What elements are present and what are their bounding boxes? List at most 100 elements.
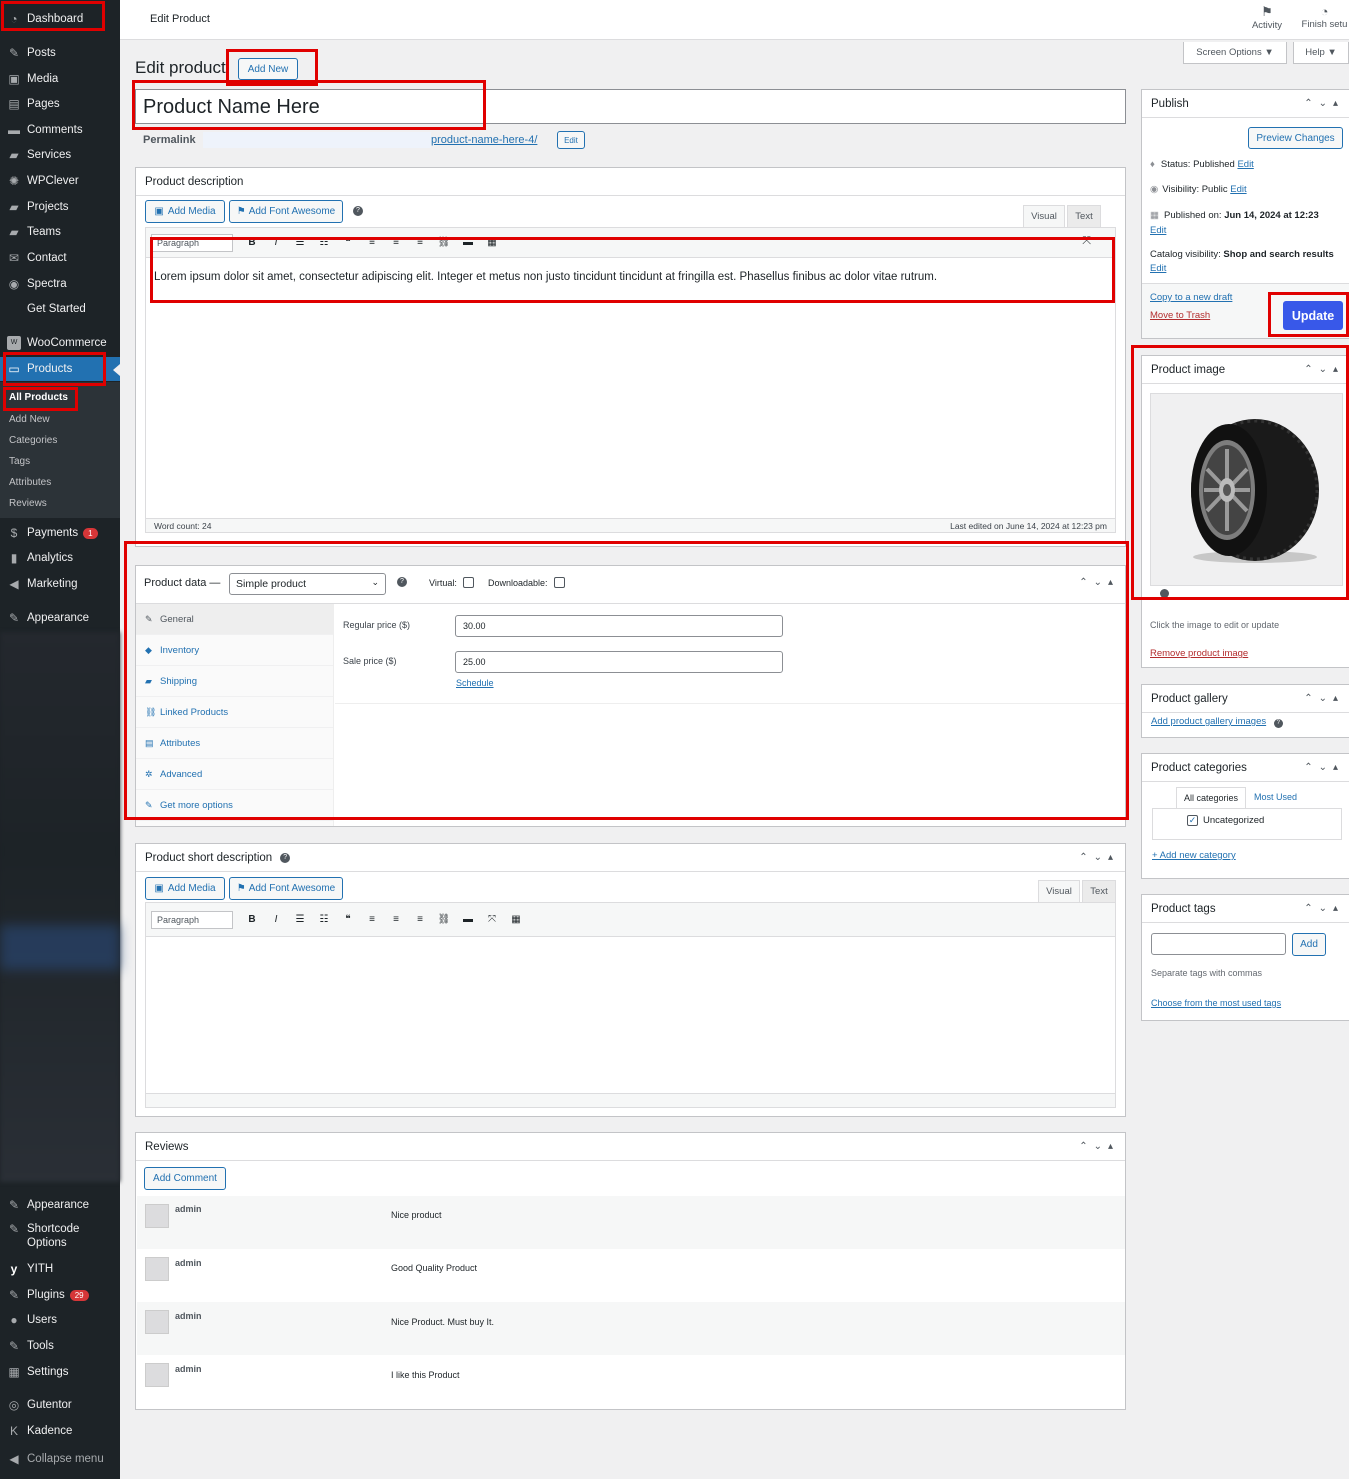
finish-setup-button[interactable]: ◔ Finish setu (1300, 4, 1349, 30)
help-button[interactable]: Help ▼ (1293, 42, 1349, 64)
menu-get-started[interactable]: Get Started (0, 297, 120, 321)
submenu-add-new[interactable]: Add New (9, 414, 50, 425)
read-more-icon[interactable]: ▬ (459, 237, 477, 248)
virtual-checkbox[interactable] (463, 577, 474, 588)
add-category-link[interactable]: + Add new category (1152, 850, 1236, 861)
help-icon[interactable]: ? (1273, 719, 1283, 728)
sale-price-input[interactable]: 25.00 (455, 651, 783, 673)
menu-users[interactable]: ● Users (0, 1308, 120, 1332)
tab-linked-products[interactable]: ⛓ Linked Products (136, 697, 333, 728)
regular-price-input[interactable]: 30.00 (455, 615, 783, 637)
category-checkbox[interactable]: ✓ (1187, 815, 1198, 826)
menu-woocommerce[interactable]: W WooCommerce (0, 331, 120, 355)
menu-plugins[interactable]: ✎ Plugins 29 (0, 1283, 120, 1307)
short-tab-text[interactable]: Text (1082, 880, 1116, 902)
box-controls[interactable]: ⌃⌄▴ (1079, 577, 1119, 588)
bullet-list-icon[interactable]: ☰ (291, 237, 309, 248)
menu-teams[interactable]: ▰ Teams (0, 220, 120, 244)
schedule-link[interactable]: Schedule (456, 678, 494, 688)
align-left-icon[interactable]: ≡ (363, 914, 381, 925)
add-gallery-images-link[interactable]: Add product gallery images (1151, 716, 1266, 727)
permalink-slug-link[interactable]: product-name-here-4/ (431, 134, 537, 146)
box-controls[interactable]: ⌃⌄▴ (1079, 852, 1119, 863)
short-add-media-button[interactable]: ▣ Add Media (145, 877, 225, 900)
bullet-list-icon[interactable]: ☰ (291, 914, 309, 925)
review-author[interactable]: admin (175, 1204, 202, 1214)
review-author[interactable]: admin (175, 1364, 202, 1374)
italic-icon[interactable]: I (267, 914, 285, 925)
menu-dashboard[interactable]: ◔ Dashboard (0, 7, 120, 31)
preview-changes-button[interactable]: Preview Changes (1248, 127, 1343, 149)
tab-attributes[interactable]: ▤ Attributes (136, 728, 333, 759)
menu-kadence[interactable]: K Kadence (0, 1419, 120, 1443)
tab-get-more-options[interactable]: ✎ Get more options (136, 790, 333, 821)
bold-icon[interactable]: B (243, 237, 261, 248)
published-edit-link[interactable]: Edit (1150, 225, 1166, 236)
add-new-button[interactable]: Add New (238, 58, 298, 80)
box-controls[interactable]: ⌃⌄▴ (1079, 1141, 1119, 1152)
menu-comments[interactable]: ▬ Comments (0, 118, 120, 142)
menu-settings[interactable]: ▦ Settings (0, 1360, 120, 1384)
menu-wpclever[interactable]: ✺ WPClever (0, 169, 120, 193)
tab-text[interactable]: Text (1067, 205, 1101, 227)
help-icon[interactable]: ? (353, 206, 363, 216)
menu-posts[interactable]: ✎ Posts (0, 41, 120, 65)
add-font-awesome-button[interactable]: ⚑ Add Font Awesome (229, 200, 343, 223)
menu-appearance-2[interactable]: ✎ Appearance (0, 1193, 120, 1217)
visibility-edit-link[interactable]: Edit (1230, 184, 1246, 195)
format-select[interactable]: Paragraph (151, 233, 233, 252)
box-controls[interactable]: ⌃⌄▴ (1304, 364, 1344, 375)
tab-shipping[interactable]: ▰ Shipping (136, 666, 333, 697)
menu-yith[interactable]: y YITH (0, 1257, 120, 1281)
choose-tags-link[interactable]: Choose from the most used tags (1151, 998, 1281, 1008)
numbered-list-icon[interactable]: ☷ (315, 237, 333, 248)
bold-icon[interactable]: B (243, 914, 261, 925)
tab-advanced[interactable]: ✲ Advanced (136, 759, 333, 790)
status-edit-link[interactable]: Edit (1237, 159, 1253, 170)
add-media-button[interactable]: ▣ Add Media (145, 200, 225, 223)
move-to-trash-link[interactable]: Move to Trash (1150, 310, 1210, 321)
menu-gutentor[interactable]: ◎ Gutentor (0, 1393, 120, 1417)
product-title-input[interactable]: Product Name Here (135, 89, 1126, 124)
product-type-select[interactable]: Simple product ⌄ (229, 573, 386, 595)
menu-marketing[interactable]: ◀ Marketing (0, 572, 120, 596)
catalog-edit-link[interactable]: Edit (1150, 263, 1166, 274)
quote-icon[interactable]: ❝ (339, 914, 357, 925)
short-format-select[interactable]: Paragraph (151, 910, 233, 929)
activity-button[interactable]: ⚑ Activity (1242, 4, 1292, 31)
numbered-list-icon[interactable]: ☷ (315, 914, 333, 925)
italic-icon[interactable]: I (267, 237, 285, 248)
align-right-icon[interactable]: ≡ (411, 237, 429, 248)
menu-services[interactable]: ▰ Services (0, 143, 120, 167)
box-controls[interactable]: ⌃⌄▴ (1304, 762, 1344, 773)
menu-products[interactable]: ▭ Products (0, 357, 120, 381)
tab-general[interactable]: ✎ General (136, 604, 333, 635)
add-comment-button[interactable]: Add Comment (144, 1167, 226, 1190)
submenu-attributes[interactable]: Attributes (9, 477, 51, 488)
help-icon[interactable] (1160, 589, 1169, 598)
review-author[interactable]: admin (175, 1311, 202, 1321)
menu-tools[interactable]: ✎ Tools (0, 1334, 120, 1358)
quote-icon[interactable]: ❝ (339, 237, 357, 248)
menu-analytics[interactable]: ▮ Analytics (0, 546, 120, 570)
toolbar-toggle-icon[interactable]: ▦ (483, 237, 501, 248)
box-controls[interactable]: ⌃⌄▴ (1304, 693, 1344, 704)
align-right-icon[interactable]: ≡ (411, 914, 429, 925)
align-center-icon[interactable]: ≡ (387, 914, 405, 925)
align-center-icon[interactable]: ≡ (387, 237, 405, 248)
product-image-thumbnail[interactable] (1150, 393, 1343, 586)
tag-input[interactable] (1151, 933, 1286, 955)
tab-most-used[interactable]: Most Used (1254, 792, 1297, 802)
collapse-menu[interactable]: ◀ Collapse menu (0, 1447, 120, 1471)
tab-all-categories[interactable]: All categories (1176, 787, 1246, 808)
add-tag-button[interactable]: Add (1292, 933, 1326, 956)
fullscreen-icon[interactable]: ⤧ (1082, 235, 1091, 248)
permalink-edit-button[interactable]: Edit (557, 131, 585, 149)
box-controls[interactable]: ⌃⌄▴ (1304, 98, 1344, 109)
short-add-font-awesome-button[interactable]: ⚑ Add Font Awesome (229, 877, 343, 900)
tab-visual[interactable]: Visual (1023, 205, 1065, 227)
copy-draft-link[interactable]: Copy to a new draft (1150, 292, 1232, 303)
fullscreen-icon[interactable]: ⤧ (483, 914, 501, 925)
submenu-reviews[interactable]: Reviews (9, 498, 47, 509)
tab-inventory[interactable]: ◆ Inventory (136, 635, 333, 666)
